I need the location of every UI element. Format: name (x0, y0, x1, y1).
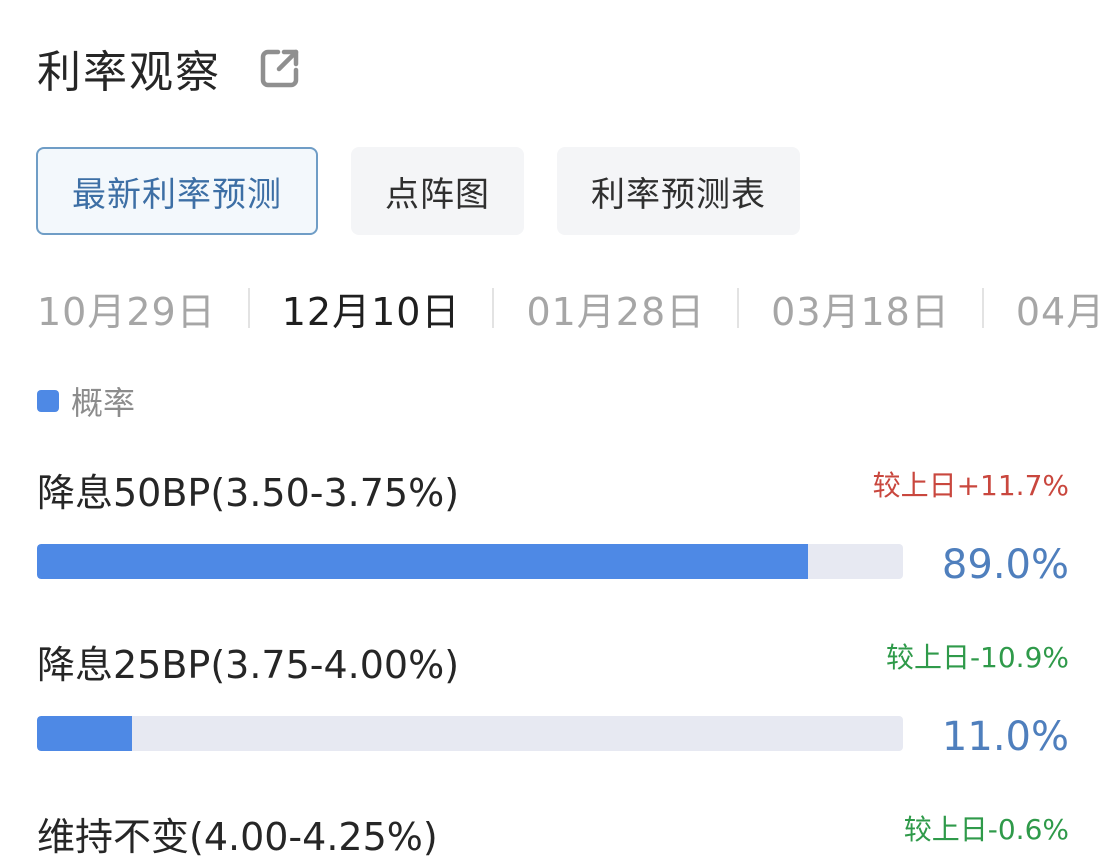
chart-legend: 概率 (37, 378, 135, 424)
probability-row: 降息50BP(3.50-3.75%) 较上日+11.7% 89.0% (37, 462, 1069, 588)
probability-bar-fill (37, 544, 808, 579)
probability-bar-track (37, 716, 903, 751)
tab-dot-plot[interactable]: 点阵图 (351, 147, 524, 235)
date-divider (981, 288, 984, 328)
probability-row: 降息25BP(3.75-4.00%) 较上日-10.9% 11.0% (37, 634, 1069, 760)
rate-scenario-label: 降息50BP(3.50-3.75%) (37, 471, 460, 515)
legend-swatch (37, 390, 59, 412)
probability-bar-track (37, 544, 903, 579)
date-divider (247, 288, 250, 328)
daily-change: 较上日-10.9% (885, 641, 1069, 674)
meeting-date-selector: 10月29日 12月10日 01月28日 03月18日 04月2 (37, 282, 1104, 334)
rate-watch-page: 利率观察 最新利率预测 点阵图 利率预测表 10月29日 12月10日 01月2… (0, 0, 1104, 859)
tab-rate-forecast-table[interactable]: 利率预测表 (557, 147, 800, 235)
header: 利率观察 (37, 38, 303, 98)
probability-value: 89.0% (941, 542, 1069, 588)
date-option[interactable]: 01月28日 (526, 281, 705, 336)
probability-row: 维持不变(4.00-4.25%) 较上日-0.6% (37, 806, 1069, 859)
external-link-icon[interactable] (257, 45, 303, 91)
legend-label: 概率 (71, 384, 136, 422)
tab-label: 最新利率预测 (72, 174, 282, 215)
page-title: 利率观察 (37, 47, 221, 98)
date-divider (737, 288, 740, 328)
tab-bar: 最新利率预测 点阵图 利率预测表 (36, 147, 800, 235)
rate-scenario-label: 维持不变(4.00-4.25%) (37, 815, 438, 859)
tab-label: 点阵图 (385, 174, 490, 215)
date-option[interactable]: 03月18日 (771, 281, 950, 336)
rate-scenario-label: 降息25BP(3.75-4.00%) (37, 643, 460, 687)
probability-value: 11.0% (941, 714, 1069, 760)
date-option-selected[interactable]: 12月10日 (282, 281, 461, 336)
daily-change: 较上日-0.6% (903, 813, 1069, 846)
date-divider (492, 288, 495, 328)
daily-change: 较上日+11.7% (872, 469, 1069, 502)
probability-bar-fill (37, 716, 133, 751)
date-option[interactable]: 10月29日 (37, 281, 216, 336)
date-option[interactable]: 04月2 (1016, 281, 1104, 336)
tab-label: 利率预测表 (591, 174, 766, 215)
tab-latest-rate-forecast[interactable]: 最新利率预测 (36, 147, 318, 235)
